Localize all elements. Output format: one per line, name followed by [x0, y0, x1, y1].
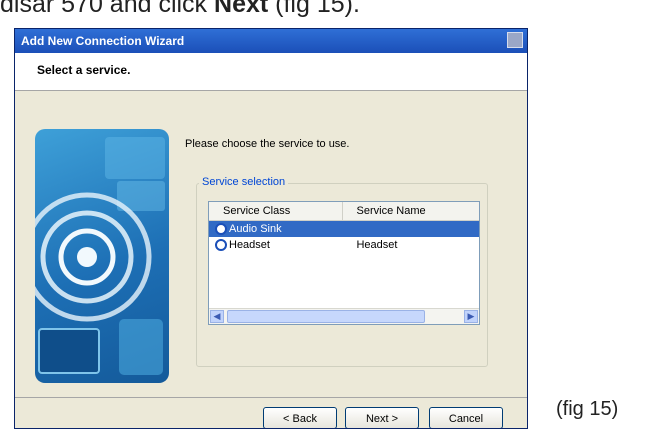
window-title: Add New Connection Wizard [21, 34, 185, 48]
wizard-header: Select a service. [15, 53, 527, 91]
service-class-label: Headset [229, 239, 270, 251]
row-cell-service-class: Audio Sink [209, 221, 342, 237]
bluetooth-waves-illustration [35, 137, 165, 375]
document-text-suffix: (fig 15). [268, 0, 360, 18]
add-connection-wizard-dialog: Add New Connection Wizard Select a servi… [14, 28, 528, 429]
bluetooth-headset-icon [215, 239, 227, 251]
document-text-prefix: disar 570 and click [0, 0, 215, 18]
bluetooth-audio-icon [215, 223, 227, 235]
service-name-label: Headset [356, 239, 398, 251]
close-button[interactable] [507, 32, 523, 48]
service-list[interactable]: Service Class Service Name Audio Sink He… [208, 201, 480, 325]
row-cell-service-class: Headset [209, 237, 342, 253]
back-button[interactable]: < Back [263, 407, 337, 428]
list-header: Service Class Service Name [209, 202, 479, 221]
next-button[interactable]: Next > [345, 407, 419, 428]
service-class-label: Audio Sink [229, 223, 282, 235]
cancel-button[interactable]: Cancel [429, 407, 503, 428]
wizard-side-illustration [35, 129, 169, 383]
footer-divider [15, 397, 527, 398]
scroll-right-button[interactable]: ▶ [464, 310, 478, 323]
scroll-left-button[interactable]: ◀ [210, 310, 224, 323]
service-name-label [342, 221, 479, 237]
figure-caption: (fig 15) [556, 398, 619, 420]
scrollbar-thumb[interactable] [227, 310, 425, 323]
list-item[interactable]: Headset Headset [209, 237, 479, 253]
horizontal-scrollbar[interactable]: ◀ ▶ [209, 308, 479, 324]
titlebar: Add New Connection Wizard [15, 29, 527, 53]
column-header-service-name[interactable]: Service Name [343, 202, 479, 220]
list-item[interactable]: Audio Sink [209, 221, 479, 237]
document-text-bold: Next [214, 0, 269, 18]
column-header-service-class[interactable]: Service Class [209, 202, 343, 220]
wizard-header-title: Select a service. [37, 63, 131, 77]
service-selection-label: Service selection [199, 176, 289, 188]
instruction-text: Please choose the service to use. [185, 138, 350, 150]
document-instruction-text: disar 570 and click Next (fig 15). [0, 0, 651, 19]
